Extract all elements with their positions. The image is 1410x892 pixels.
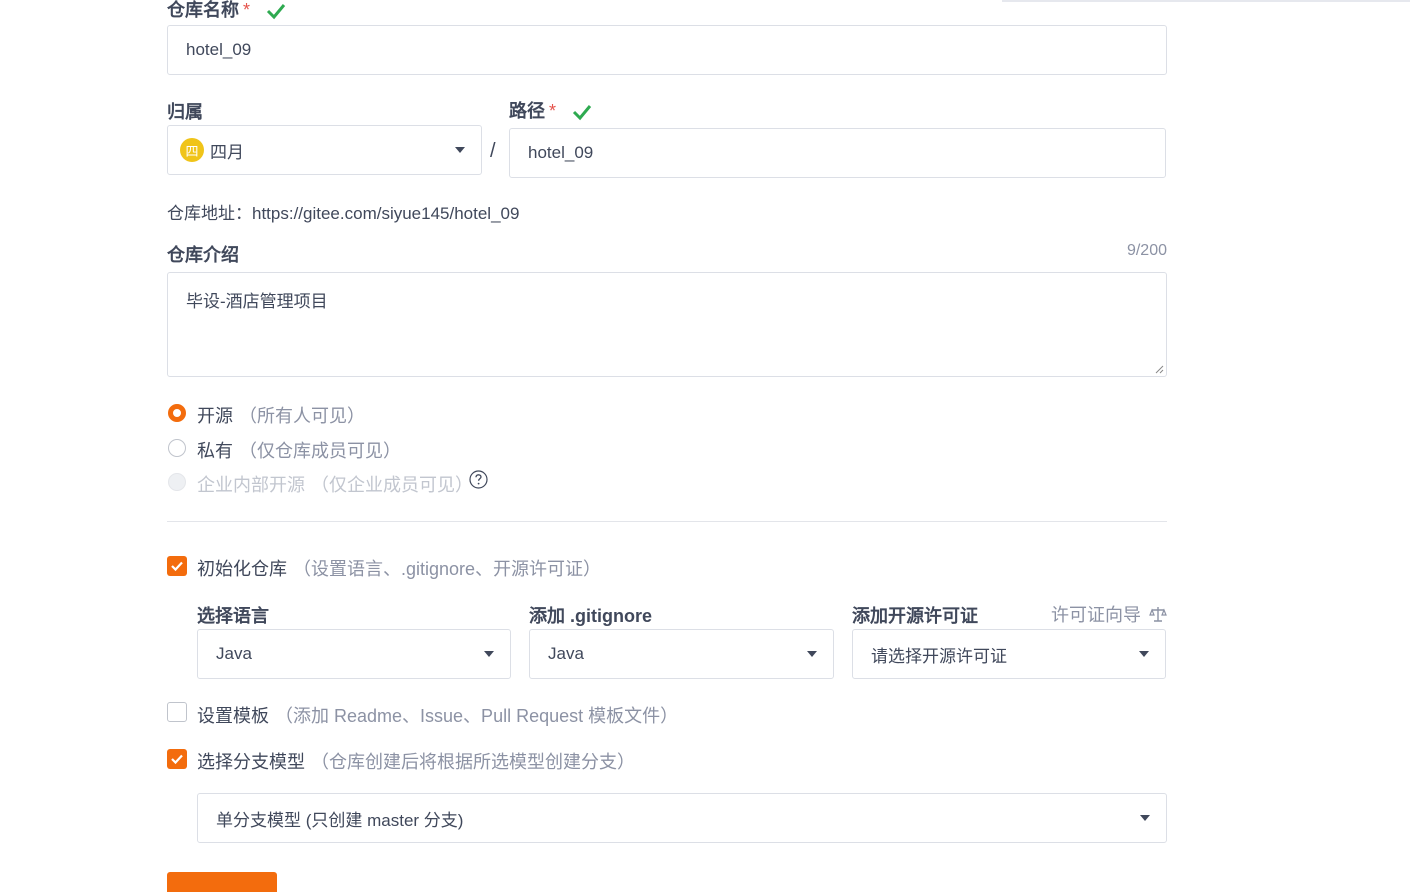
path-label: 路径 * [509,97,593,123]
branch-model-select[interactable]: 单分支模型 (只创建 master 分支) [197,793,1167,843]
gitignore-label: 添加 .gitignore [529,606,652,626]
resize-handle-icon[interactable] [1154,364,1164,374]
template-label: 设置模板 （添加 Readme、Issue、Pull Request 模板文件） [197,702,678,728]
required-mark: * [549,101,557,121]
license-placeholder: 请选择开源许可证 [871,646,1007,666]
init-repo-text: 初始化仓库 [197,559,287,579]
license-guide-text: 许可证向导 [1050,605,1141,625]
description-label: 仓库介绍 [167,245,239,265]
section-divider [167,521,1167,522]
branch-model-value: 单分支模型 (只创建 master 分支) [216,810,464,830]
help-icon[interactable] [469,470,488,489]
create-button[interactable] [167,872,277,892]
required-mark: * [243,0,251,20]
owner-select[interactable]: 四 四月 [167,125,482,175]
init-repo-checkbox[interactable] [167,556,187,576]
path-value: hotel_09 [528,143,594,162]
avatar: 四 [180,138,204,162]
chevron-down-icon [484,651,494,657]
check-icon [266,4,286,20]
template-checkbox[interactable] [167,702,187,722]
gitignore-select[interactable]: Java [529,629,834,679]
checkmark-icon [171,754,183,765]
repo-name-label-text: 仓库名称 [167,0,239,20]
license-label: 添加开源许可证 [852,606,978,626]
chevron-down-icon [1140,815,1150,821]
check-icon [572,105,592,121]
radio-enterprise-text: 企业内部开源 [197,475,305,495]
radio-private[interactable] [168,439,186,457]
radio-private-label: 私有 （仅仓库成员可见） [197,437,401,463]
chevron-down-icon [807,651,817,657]
template-text: 设置模板 [197,706,269,726]
license-guide-link[interactable]: 许可证向导 [1051,601,1167,627]
path-input[interactable]: hotel_09 [509,128,1166,178]
top-divider-fragment [1002,0,1410,2]
template-hint: （添加 Readme、Issue、Pull Request 模板文件） [275,706,679,726]
radio-public-text: 开源 [197,406,233,426]
license-select[interactable]: 请选择开源许可证 [852,629,1166,679]
owner-value: 四月 [210,142,244,162]
branch-model-label: 选择分支模型 （仓库创建后将根据所选模型创建分支） [197,748,635,774]
init-repo-hint: （设置语言、.gitignore、开源许可证） [293,559,602,579]
radio-enterprise-hint: （仅企业成员可见） [311,475,473,495]
chevron-down-icon [1139,651,1149,657]
repo-name-input[interactable]: hotel_09 [167,25,1167,75]
radio-private-hint: （仅仓库成员可见） [239,441,401,461]
description-textarea[interactable]: 毕设-酒店管理项目 [167,272,1167,377]
radio-public-hint: （所有人可见） [239,406,365,426]
radio-enterprise [168,473,186,491]
owner-label: 归属 [167,102,203,122]
init-repo-label: 初始化仓库 （设置语言、.gitignore、开源许可证） [197,555,601,581]
chevron-down-icon [455,147,465,153]
radio-enterprise-label: 企业内部开源 （仅企业成员可见） [197,471,473,497]
description-value: 毕设-酒店管理项目 [186,292,328,311]
radio-public-label: 开源 （所有人可见） [197,402,365,428]
path-label-text: 路径 [509,101,545,121]
description-counter: 9/200 [1126,242,1167,259]
language-label: 选择语言 [197,606,269,626]
path-separator: / [490,140,496,162]
scale-icon [1149,607,1167,622]
radio-private-text: 私有 [197,441,233,461]
repo-name-value: hotel_09 [186,40,252,59]
gitignore-value: Java [548,644,584,663]
branch-model-hint: （仓库创建后将根据所选模型创建分支） [311,752,635,772]
repo-url: 仓库地址：https://gitee.com/siyue145/hotel_09 [167,204,520,223]
branch-model-text: 选择分支模型 [197,752,305,772]
branch-model-checkbox[interactable] [167,749,187,769]
language-select[interactable]: Java [197,629,511,679]
radio-public[interactable] [168,404,186,422]
checkmark-icon [171,561,183,572]
language-value: Java [216,644,252,663]
repo-name-label: 仓库名称 * [167,0,287,22]
